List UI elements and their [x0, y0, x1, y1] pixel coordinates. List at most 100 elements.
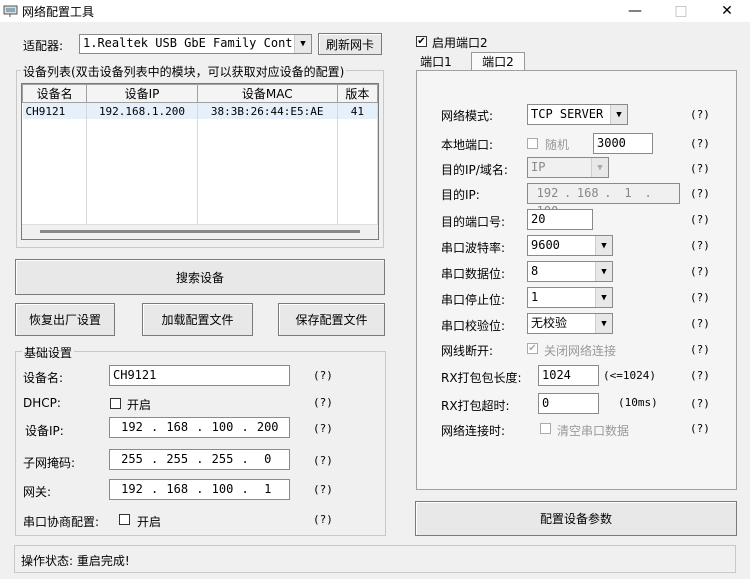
subnet-mask-field[interactable]: 255. 255. 255. 0	[109, 449, 290, 470]
device-name-label: 设备名:	[23, 371, 64, 385]
network-mode-select[interactable]: TCP SERVER ▼	[527, 104, 628, 125]
ip-octet[interactable]: 255	[158, 450, 196, 468]
help-hint[interactable]: (?)	[313, 483, 333, 496]
chevron-down-icon[interactable]: ▼	[610, 105, 627, 124]
scrollbar-thumb[interactable]	[40, 230, 360, 233]
ip-octet[interactable]: 1	[249, 480, 287, 498]
adapter-select[interactable]: 1.Realtek USB GbE Family Contro ▼	[79, 34, 312, 54]
net-connect-label: 网络连接时:	[441, 424, 506, 438]
help-hint[interactable]: (?)	[690, 137, 710, 150]
chevron-down-icon[interactable]: ▼	[595, 262, 612, 281]
cell-device-ip: 192.168.1.200	[86, 102, 198, 119]
gateway-label: 网关:	[23, 485, 52, 499]
close-button[interactable]: ✕	[704, 0, 750, 22]
cell-device-mac: 38:3B:26:44:E5:AE	[197, 102, 338, 119]
tab-port1[interactable]: 端口1	[418, 54, 454, 71]
baud-rate-select[interactable]: 9600 ▼	[527, 235, 613, 256]
device-table[interactable]: 设备名 设备IP 设备MAC 版本 CH9121 192.168.1.200 3…	[21, 83, 379, 240]
save-config-button[interactable]: 保存配置文件	[278, 303, 385, 336]
table-row[interactable]: CH9121 192.168.1.200 38:3B:26:44:E5:AE 4…	[22, 102, 379, 119]
table-header-row: 设备名 设备IP 设备MAC 版本	[21, 84, 379, 103]
help-hint[interactable]: (?)	[313, 396, 333, 409]
horizontal-scrollbar[interactable]	[22, 224, 378, 239]
help-hint[interactable]: (?)	[313, 513, 333, 526]
column-header-version[interactable]: 版本	[336, 84, 379, 103]
ip-octet[interactable]: 0	[249, 450, 287, 468]
enable-port2-checkbox[interactable]: ✔	[416, 36, 427, 47]
search-device-button[interactable]: 搜索设备	[15, 259, 385, 295]
rx-packet-timeout-label: RX打包超时:	[441, 399, 510, 413]
dest-ip-domain-select[interactable]: IP ▼	[527, 157, 609, 178]
tab-port2[interactable]: 端口2	[471, 52, 525, 71]
column-header-name[interactable]: 设备名	[21, 84, 88, 103]
help-hint[interactable]: (?)	[690, 162, 710, 175]
chevron-down-icon[interactable]: ▼	[591, 158, 608, 177]
parity-select[interactable]: 无校验 ▼	[527, 313, 613, 334]
dhcp-checkbox[interactable]	[110, 398, 121, 409]
maximize-button[interactable]: □	[658, 0, 704, 22]
random-port-checkbox[interactable]	[527, 138, 538, 149]
restore-factory-button[interactable]: 恢复出厂设置	[15, 303, 115, 336]
configure-device-button[interactable]: 配置设备参数	[415, 501, 737, 536]
ip-octet[interactable]: 200	[249, 418, 287, 436]
ip-octet[interactable]: 1	[611, 184, 644, 202]
chevron-down-icon[interactable]: ▼	[294, 35, 311, 53]
ip-octet[interactable]: 100	[203, 418, 241, 436]
adapter-label: 适配器:	[23, 39, 64, 53]
help-hint[interactable]: (?)	[690, 239, 710, 252]
serial-negotiation-label: 串口协商配置:	[23, 515, 100, 529]
help-hint[interactable]: (?)	[690, 369, 710, 382]
network-mode-value: TCP SERVER	[531, 107, 604, 121]
ip-octet[interactable]: 100	[203, 480, 241, 498]
minimize-button[interactable]: —	[612, 0, 658, 22]
help-hint[interactable]: (?)	[690, 187, 710, 200]
ip-octet[interactable]: 168	[571, 184, 604, 202]
rx-packet-timeout-field[interactable]: 0	[538, 393, 599, 414]
chevron-down-icon[interactable]: ▼	[595, 314, 612, 333]
close-network-checkbox[interactable]: ✔	[527, 343, 538, 354]
help-hint[interactable]: (?)	[690, 422, 710, 435]
ip-octet[interactable]: 192	[531, 184, 564, 202]
help-hint[interactable]: (?)	[690, 317, 710, 330]
gateway-field[interactable]: 192. 168. 100. 1	[109, 479, 290, 500]
help-hint[interactable]: (?)	[690, 343, 710, 356]
help-hint[interactable]: (?)	[690, 291, 710, 304]
device-name-field[interactable]: CH9121	[109, 365, 290, 386]
help-hint[interactable]: (?)	[690, 108, 710, 121]
column-header-ip[interactable]: 设备IP	[86, 84, 198, 103]
clear-serial-label: 清空串口数据	[557, 424, 630, 438]
adapter-select-value: 1.Realtek USB GbE Family Contro	[83, 36, 307, 50]
chevron-down-icon[interactable]: ▼	[595, 236, 612, 255]
load-config-button[interactable]: 加载配置文件	[142, 303, 253, 336]
column-header-mac[interactable]: 设备MAC	[196, 84, 338, 103]
help-hint[interactable]: (?)	[690, 213, 710, 226]
help-hint[interactable]: (?)	[313, 369, 333, 382]
parity-value: 无校验	[531, 316, 568, 330]
dest-ip-domain-label: 目的IP/域名:	[441, 163, 508, 177]
dest-port-field[interactable]: 20	[527, 209, 593, 230]
chevron-down-icon[interactable]: ▼	[595, 288, 612, 307]
ip-octet[interactable]: 255	[113, 450, 151, 468]
clear-serial-checkbox[interactable]	[540, 423, 551, 434]
status-bar: 操作状态: 重启完成!	[14, 545, 736, 573]
data-bits-select[interactable]: 8 ▼	[527, 261, 613, 282]
help-hint[interactable]: (?)	[690, 397, 710, 410]
refresh-adapter-button[interactable]: 刷新网卡	[318, 33, 382, 55]
rx-packet-length-field[interactable]: 1024	[538, 365, 599, 386]
stop-bits-select[interactable]: 1 ▼	[527, 287, 613, 308]
dest-ip-field[interactable]: 192.168.1.100	[527, 183, 680, 218]
ip-octet[interactable]: 168	[158, 480, 196, 498]
help-hint[interactable]: (?)	[313, 422, 333, 435]
ip-octet[interactable]: 192	[113, 480, 151, 498]
ip-octet[interactable]: 192	[113, 418, 151, 436]
app-icon	[3, 5, 18, 17]
help-hint[interactable]: (?)	[313, 454, 333, 467]
local-port-field[interactable]: 3000	[593, 133, 653, 154]
device-list-title: 设备列表(双击设备列表中的模块，可以获取对应设备的配置)	[21, 63, 347, 80]
serial-negotiation-checkbox[interactable]	[119, 514, 130, 525]
ip-octet[interactable]: 168	[158, 418, 196, 436]
device-ip-field[interactable]: 192. 168. 100. 200	[109, 417, 290, 438]
basic-settings-title: 基础设置	[22, 344, 75, 361]
ip-octet[interactable]: 255	[203, 450, 241, 468]
help-hint[interactable]: (?)	[690, 265, 710, 278]
